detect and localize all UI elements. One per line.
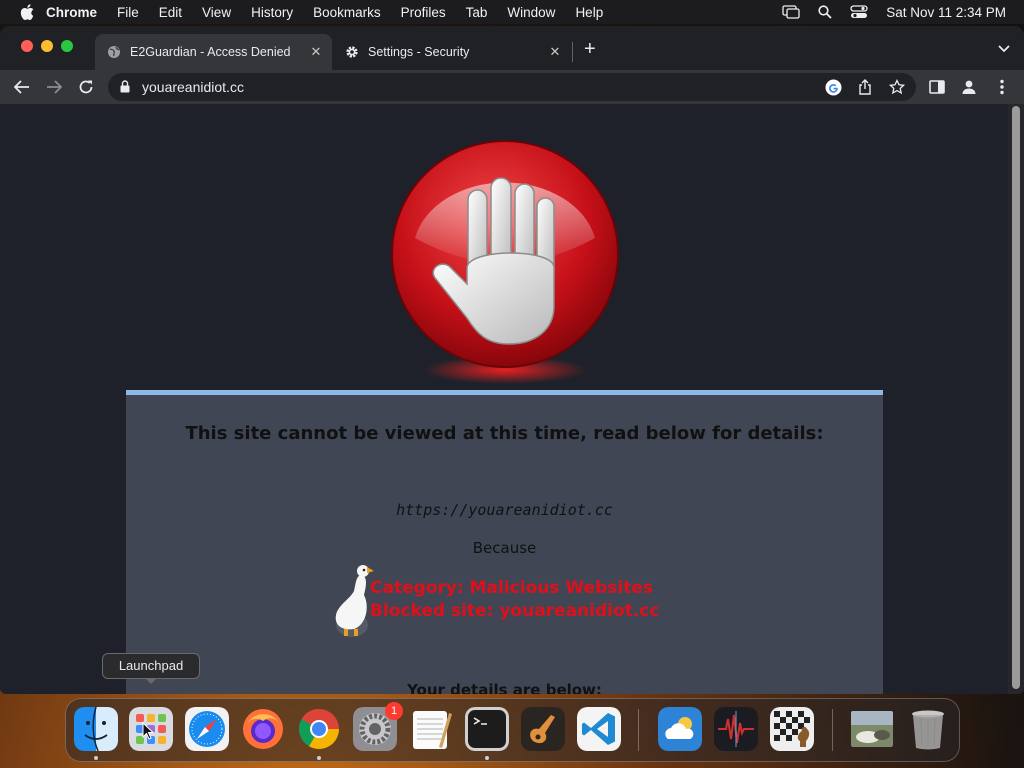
stop-hand-icon [391,140,619,384]
tab-divider [572,42,573,62]
launchpad-tooltip: Launchpad [102,653,200,679]
menu-history[interactable]: History [251,5,293,20]
dock-terminal-icon[interactable] [465,707,509,751]
new-tab-icon[interactable]: + [584,39,596,59]
zoom-window-button[interactable] [61,40,73,52]
menu-app-name[interactable]: Chrome [46,5,97,20]
menu-file[interactable]: File [117,5,139,20]
tab-settings-security[interactable]: Settings - Security ✕ [333,34,571,70]
menu-profiles[interactable]: Profiles [401,5,446,20]
globe-icon [107,45,121,59]
dock: 1 [65,698,960,762]
browser-toolbar: youareanidiot.cc [0,70,1024,104]
tooltip-tail [145,678,157,684]
menu-edit[interactable]: Edit [159,5,182,20]
dock-launchpad-icon[interactable] [129,707,173,751]
dock-firefox-icon[interactable] [241,707,285,751]
apple-icon[interactable] [20,4,34,20]
dock-trash-icon[interactable] [906,707,950,751]
forward-arrow-icon[interactable] [44,77,64,97]
close-tab-icon[interactable]: ✕ [308,44,324,60]
back-arrow-icon[interactable] [12,77,32,97]
notification-badge: 1 [385,702,403,720]
running-indicator [317,756,321,760]
close-window-button[interactable] [21,40,33,52]
address-url[interactable]: youareanidiot.cc [142,79,244,95]
menu-help[interactable]: Help [575,5,603,20]
menu-tab[interactable]: Tab [466,5,488,20]
dock-chrome-icon[interactable] [297,707,341,751]
gear-icon [345,45,359,59]
browser-window: E2Guardian - Access Denied ✕ Settings - … [0,26,1024,694]
menu-bar: Chrome File Edit View History Bookmarks … [0,0,1024,24]
dock-separator [832,709,833,751]
side-panel-icon[interactable] [927,77,947,97]
because-label: Because [472,539,537,557]
screen-mirroring-icon[interactable] [782,5,800,19]
dock-separator [638,709,639,751]
dock-safari-icon[interactable] [185,707,229,751]
menu-window[interactable]: Window [507,5,555,20]
address-bar[interactable]: youareanidiot.cc [108,73,916,101]
menu-bookmarks[interactable]: Bookmarks [313,5,381,20]
chrome-menu-icon[interactable] [992,77,1012,97]
tab-e2guardian[interactable]: E2Guardian - Access Denied ✕ [95,34,332,70]
menu-clock[interactable]: Sat Nov 11 2:34 PM [886,5,1006,20]
page-scrollbar[interactable] [1008,104,1024,694]
tab-title: E2Guardian - Access Denied [130,45,291,59]
blocked-site-line: Blocked site: youareanidiot.cc [370,601,660,621]
denied-heading: This site cannot be viewed at this time,… [185,423,824,444]
running-indicator [94,756,98,760]
spotlight-search-icon[interactable] [818,5,832,19]
page-viewport: This site cannot be viewed at this time,… [0,104,1008,694]
dock-finder-icon[interactable] [74,707,118,751]
dock-audio-hijack-icon[interactable] [714,707,758,751]
close-tab-icon[interactable]: ✕ [547,44,563,60]
google-lens-icon[interactable] [824,78,842,96]
dock-textedit-icon[interactable] [409,707,453,751]
dock-weather-icon[interactable] [658,707,702,751]
tab-strip: E2Guardian - Access Denied ✕ Settings - … [0,26,1024,70]
scrollbar-thumb[interactable] [1012,106,1020,689]
dock-photo-preview-icon[interactable] [850,707,894,751]
tab-search-chevron-icon[interactable] [998,40,1010,58]
tab-title: Settings - Security [368,45,470,59]
running-indicator [485,756,489,760]
lock-icon[interactable] [120,80,130,98]
reload-icon[interactable] [76,77,96,97]
control-center-icon[interactable] [850,5,868,19]
minimize-window-button[interactable] [41,40,53,52]
access-denied-card: This site cannot be viewed at this time,… [126,390,883,694]
dock-chess-icon[interactable] [770,707,814,751]
bookmark-star-icon[interactable] [888,78,906,96]
dock-garageband-icon[interactable] [521,707,565,751]
blocked-url: https://youareanidiot.cc [396,501,613,519]
menu-view[interactable]: View [202,5,231,20]
category-line: Category: Malicious Websites [370,578,653,598]
block-reason: Category: Malicious Websites Blocked sit… [370,577,659,623]
share-icon[interactable] [856,78,874,96]
details-heading: Your details are below: [407,681,602,694]
profile-avatar-icon[interactable] [959,77,979,97]
dock-vscode-icon[interactable] [577,707,621,751]
